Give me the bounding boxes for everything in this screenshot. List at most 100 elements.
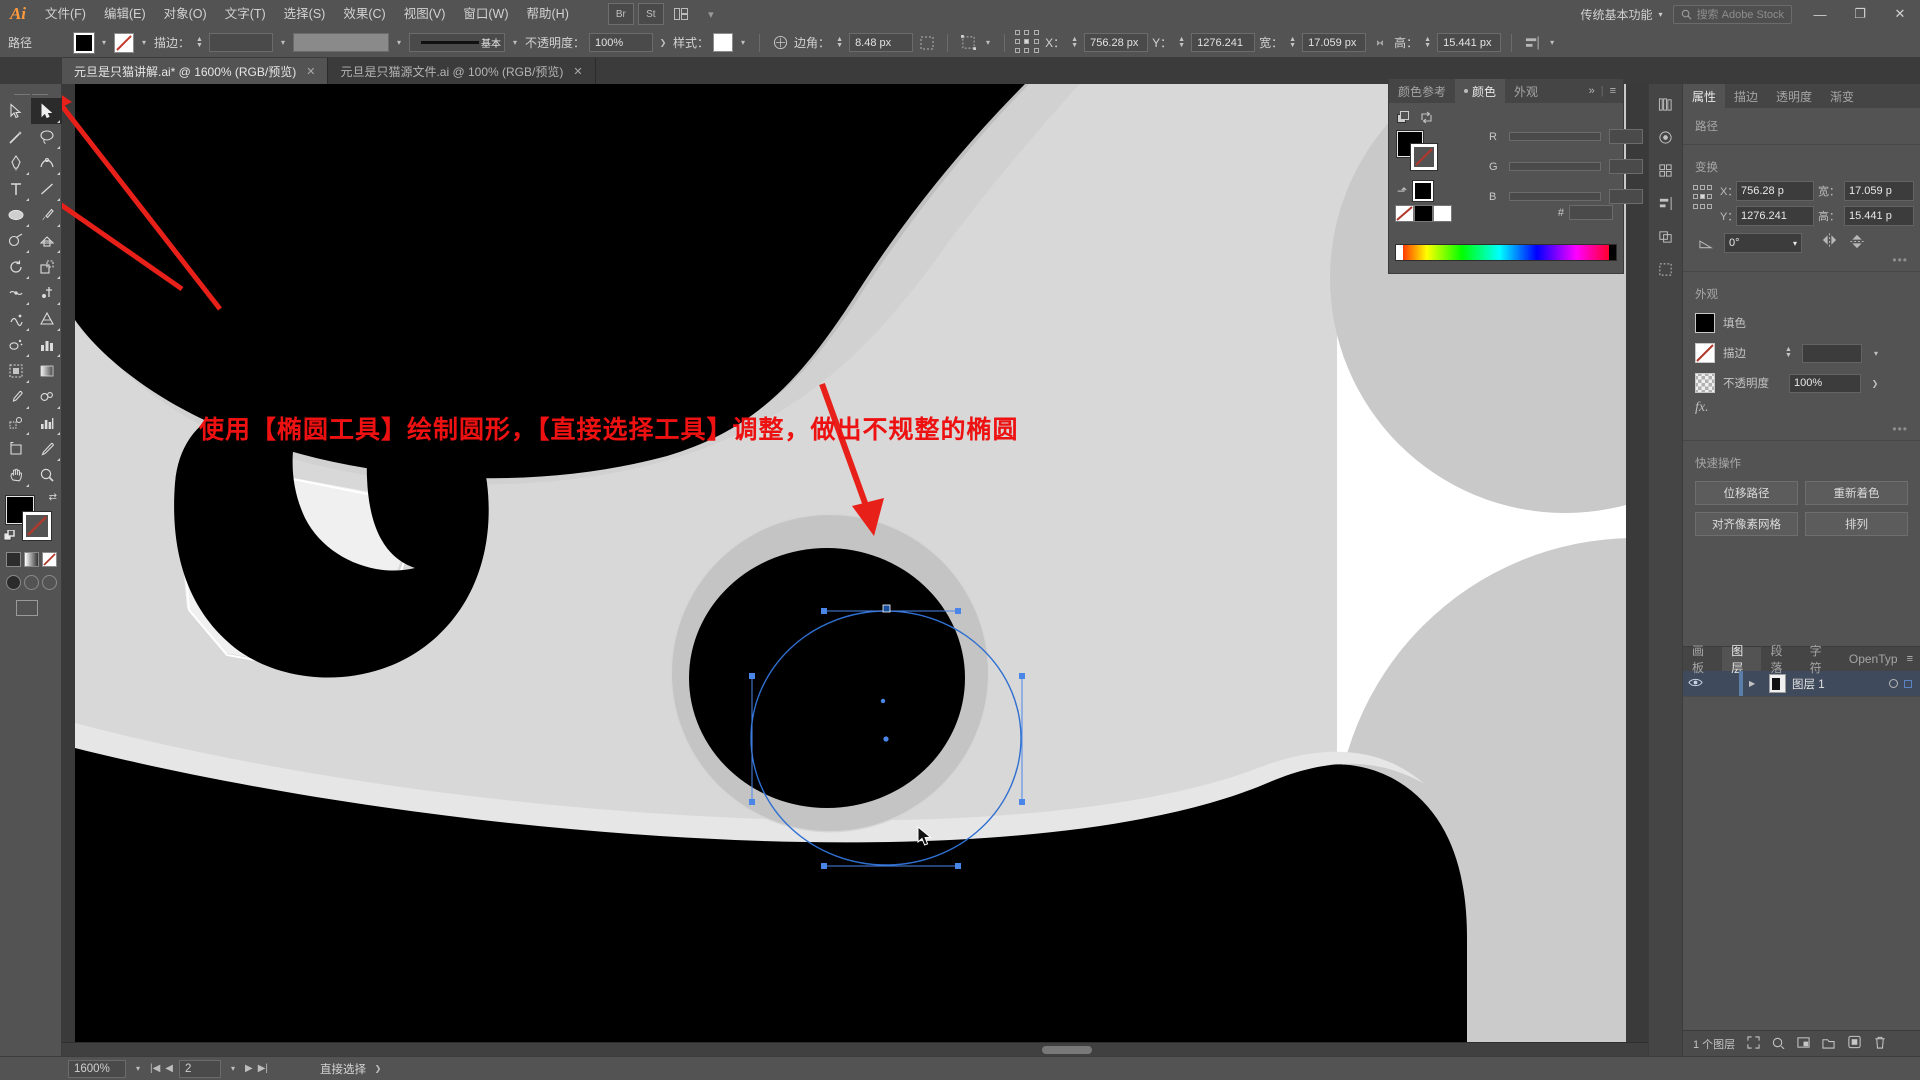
close-button[interactable]: ✕ xyxy=(1880,1,1920,27)
x-input[interactable]: 756.28 px xyxy=(1084,33,1149,52)
direct-selection-tool[interactable] xyxy=(31,98,62,124)
collapse-panel-icon[interactable]: » xyxy=(1589,85,1595,97)
ref-point-cell-center[interactable] xyxy=(1024,38,1030,44)
appearance-opacity-swatch[interactable] xyxy=(1695,373,1715,393)
tab-character[interactable]: 字符 xyxy=(1801,644,1840,675)
brushes-icon[interactable] xyxy=(1653,125,1679,149)
menu-edit[interactable]: 编辑(E) xyxy=(95,0,155,28)
create-new-layer-icon[interactable] xyxy=(1847,1035,1862,1052)
stroke-chevron-down-icon[interactable]: ▾ xyxy=(138,38,150,47)
artboard-chevron-down-icon[interactable]: ▾ xyxy=(227,1064,239,1073)
curvature-tool[interactable] xyxy=(31,150,62,176)
constrain-proportions-icon[interactable] xyxy=(1370,33,1390,53)
screen-mode-icon[interactable] xyxy=(16,600,38,616)
ref-point-cell[interactable] xyxy=(1700,185,1705,190)
ref-point-cell[interactable] xyxy=(1033,29,1039,35)
menu-type[interactable]: 文字(T) xyxy=(216,0,275,28)
properties-y-input[interactable]: 1276.241 xyxy=(1736,206,1814,226)
variable-width-profile-swatch[interactable] xyxy=(293,33,390,52)
menu-window[interactable]: 窗口(W) xyxy=(454,0,517,28)
magic-wand-tool[interactable] xyxy=(0,124,31,150)
width-tool[interactable] xyxy=(0,280,31,306)
stroke-profile-chevron-down-icon[interactable]: ▾ xyxy=(509,38,521,47)
fill-swatch[interactable] xyxy=(73,31,95,54)
y-stepper[interactable]: ▲ ▼ xyxy=(1176,36,1187,49)
menu-select[interactable]: 选择(S) xyxy=(275,0,335,28)
appearance-more-options-icon[interactable]: ••• xyxy=(1683,422,1920,436)
tab-stroke[interactable]: 描边 xyxy=(1725,84,1767,108)
stock-icon[interactable]: St xyxy=(637,3,664,25)
last-color-icon[interactable]: ⬏ xyxy=(1397,184,1407,198)
align-chevron-down-icon[interactable]: ▾ xyxy=(1546,38,1558,47)
slice-tool[interactable] xyxy=(31,436,62,462)
align-to-pixel-grid-button[interactable]: 对齐像素网格 xyxy=(1695,512,1798,536)
document-tab-2[interactable]: 元旦是只猫源文件.ai @ 100% (RGB/预览) ✕ xyxy=(328,58,596,84)
eyedropper-tool[interactable] xyxy=(0,384,31,410)
collect-in-new-layer-icon[interactable] xyxy=(1822,1036,1835,1052)
minimize-button[interactable]: — xyxy=(1800,1,1840,27)
properties-width-input[interactable]: 17.059 p xyxy=(1844,181,1914,201)
toolbar-stroke-swatch[interactable] xyxy=(22,511,52,541)
live-corners-icon[interactable] xyxy=(770,33,790,53)
type-tool[interactable] xyxy=(0,176,31,202)
color-channel-r-slider[interactable] xyxy=(1509,132,1601,141)
pathfinder-icon[interactable] xyxy=(1653,224,1679,248)
swap-colors-icon[interactable] xyxy=(1420,111,1433,127)
flip-horizontal-icon[interactable] xyxy=(1821,233,1838,253)
ellipse-tool[interactable] xyxy=(0,202,31,228)
tab-appearance[interactable]: 外观 xyxy=(1505,79,1547,103)
symbols-icon[interactable] xyxy=(1653,158,1679,182)
workspace-selector[interactable]: 传统基本功能 ▾ xyxy=(1571,6,1673,23)
ref-point-cell[interactable] xyxy=(1693,185,1698,190)
stroke-profile-dropdown[interactable]: 基本 xyxy=(409,33,506,52)
corner-options-icon[interactable] xyxy=(917,33,937,53)
document-tab-1-close-icon[interactable]: ✕ xyxy=(306,65,315,78)
appearance-stroke-weight-input[interactable] xyxy=(1802,343,1862,363)
color-panel-stroke-swatch[interactable] xyxy=(1410,143,1438,171)
first-artboard-button[interactable]: |◀ xyxy=(150,1063,160,1074)
x-stepper[interactable]: ▲ ▼ xyxy=(1069,36,1080,49)
appearance-stroke-swatch[interactable] xyxy=(1695,343,1715,363)
selection-tool[interactable] xyxy=(0,98,31,124)
pen-tool[interactable] xyxy=(0,150,31,176)
ref-point-cell[interactable] xyxy=(1707,185,1712,190)
arrange-button[interactable]: 排列 xyxy=(1805,512,1908,536)
transform-panel-dock-icon[interactable] xyxy=(1653,257,1679,281)
flip-vertical-icon[interactable] xyxy=(1850,233,1864,253)
height-stepper[interactable]: ▲ ▼ xyxy=(1422,36,1433,49)
layers-panel-menu-icon[interactable]: ≡ xyxy=(1907,653,1913,665)
tab-color[interactable]: 颜色 xyxy=(1455,79,1506,103)
appearance-opacity-input[interactable]: 100% xyxy=(1789,373,1861,393)
color-mode-none[interactable] xyxy=(42,552,57,567)
tab-layers[interactable]: 图层 xyxy=(1722,644,1762,675)
transform-more-options-icon[interactable]: ••• xyxy=(1683,253,1920,267)
make-clipping-mask-icon[interactable] xyxy=(1772,1036,1785,1052)
appearance-stroke-chevron-down-icon[interactable]: ▾ xyxy=(1870,349,1882,358)
canvas-horizontal-scroll-thumb[interactable] xyxy=(1042,1046,1092,1054)
locate-object-icon[interactable] xyxy=(1747,1035,1760,1052)
previous-artboard-button[interactable]: ◀ xyxy=(165,1063,173,1074)
menu-object[interactable]: 对象(O) xyxy=(155,0,216,28)
layer-visibility-eye-icon[interactable] xyxy=(1683,677,1707,691)
menu-view[interactable]: 视图(V) xyxy=(395,0,455,28)
none-swatch[interactable] xyxy=(1395,205,1414,222)
ref-point-cell[interactable] xyxy=(1033,38,1039,44)
draw-inside-icon[interactable] xyxy=(42,575,57,590)
appearance-stroke-weight-stepper[interactable]: ▲ ▼ xyxy=(1783,346,1794,359)
status-chevron-right-icon[interactable]: ❯ xyxy=(372,1064,384,1073)
ref-point-cell-center[interactable] xyxy=(1700,194,1705,200)
transform-chevron-down-icon[interactable]: ▾ xyxy=(982,38,994,47)
ref-point-cell[interactable] xyxy=(1015,38,1021,44)
ref-point-cell[interactable] xyxy=(1015,29,1021,35)
tab-color-guide[interactable]: 颜色参考 xyxy=(1389,79,1455,103)
create-sublayer-icon[interactable] xyxy=(1797,1036,1810,1052)
tab-gradient[interactable]: 渐变 xyxy=(1821,84,1863,108)
gradient-tool[interactable] xyxy=(31,358,62,384)
draw-normal-icon[interactable] xyxy=(6,575,21,590)
recolor-button[interactable]: 重新着色 xyxy=(1805,481,1908,505)
layer-target-circle-icon[interactable] xyxy=(1889,679,1898,688)
color-channel-r-input[interactable] xyxy=(1609,129,1643,144)
transform-panel-icon[interactable] xyxy=(958,33,978,53)
align-icon[interactable] xyxy=(1522,33,1542,53)
paintbrush-tool[interactable] xyxy=(31,202,62,228)
